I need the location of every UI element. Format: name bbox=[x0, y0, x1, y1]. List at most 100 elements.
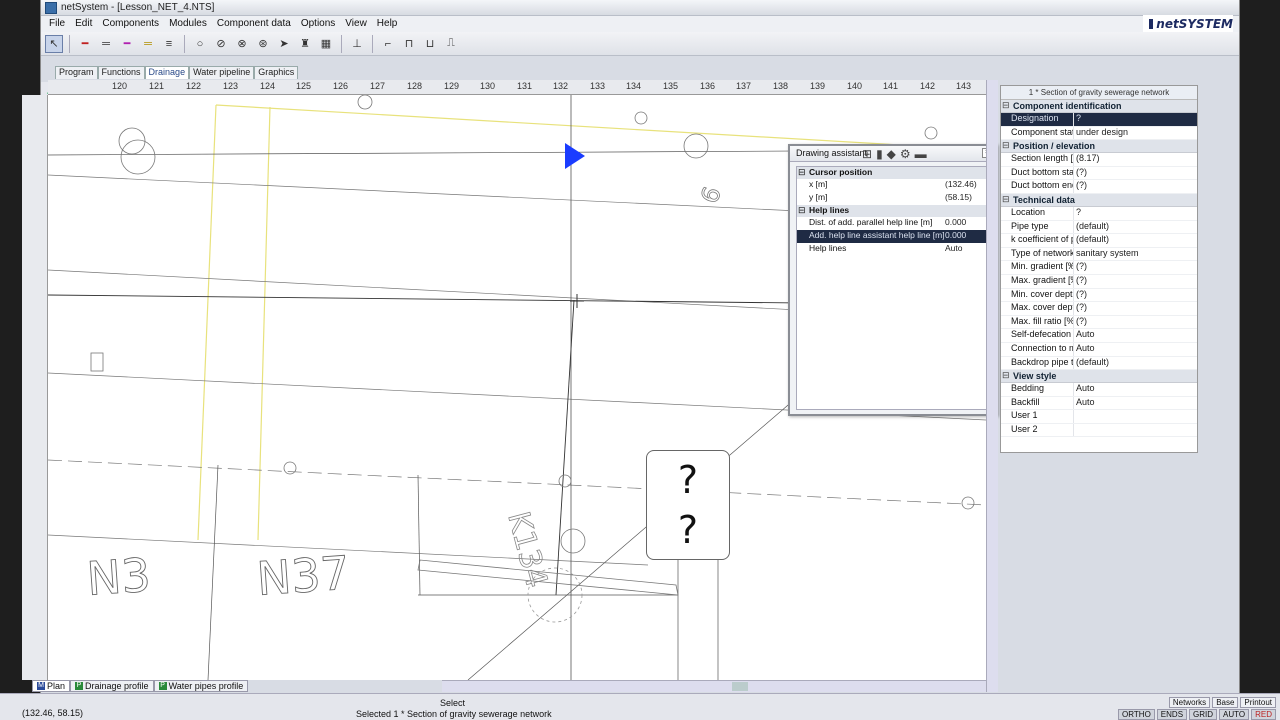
row-help-lines[interactable]: Help lines Auto bbox=[797, 243, 991, 256]
group-help-lines[interactable]: Help lines bbox=[797, 205, 991, 217]
row-add-help-line[interactable]: Add. help line assistant help line [m] 0… bbox=[797, 230, 991, 243]
menu-edit[interactable]: Edit bbox=[71, 16, 96, 32]
pill-networks[interactable]: Networks bbox=[1168, 697, 1211, 708]
ruler-label: 138 bbox=[773, 81, 789, 91]
vertical-scrollbar[interactable] bbox=[986, 80, 998, 692]
draw-magenta-line-icon[interactable]: ━ bbox=[118, 35, 136, 53]
toggle-ortho[interactable]: ORTHO bbox=[1118, 709, 1155, 720]
tab-drainage[interactable]: Drainage bbox=[144, 66, 190, 79]
sheet-tab-plan[interactable]: M Plan bbox=[32, 680, 71, 692]
prop-row[interactable]: Min. gradient [‰] (?) bbox=[1001, 261, 1197, 275]
tab-functions[interactable]: Functions bbox=[97, 66, 145, 79]
group-technical-data[interactable]: Technical data bbox=[1001, 193, 1197, 207]
prop-row[interactable]: Max. cover depth [(?) bbox=[1001, 302, 1197, 316]
join-tool-icon[interactable]: ⊓ bbox=[400, 35, 418, 53]
toolbar-separator bbox=[184, 34, 185, 53]
ruler-label: 135 bbox=[663, 81, 679, 91]
arrow-tool-icon[interactable]: ➤ bbox=[275, 35, 293, 53]
split-tool-icon[interactable]: ⊔ bbox=[421, 35, 439, 53]
menu-options[interactable]: Options bbox=[297, 16, 339, 32]
toggle-red[interactable]: RED bbox=[1251, 709, 1276, 720]
draw-red-line-icon[interactable]: ━ bbox=[76, 35, 94, 53]
draw-yellow-line-icon[interactable]: ═ bbox=[139, 35, 157, 53]
select-pointer-icon[interactable]: ↖ bbox=[45, 34, 63, 53]
prop-row[interactable]: Backfill Auto bbox=[1001, 396, 1197, 411]
prop-row[interactable]: Designation? bbox=[1001, 113, 1197, 127]
prop-row[interactable]: Location? bbox=[1001, 206, 1197, 221]
prop-row[interactable]: Section length [m](8.17) bbox=[1001, 153, 1197, 167]
prop-row[interactable]: Max. fill ratio [%] (?) bbox=[1001, 315, 1197, 330]
section-direction-arrow bbox=[565, 143, 585, 169]
prop-row[interactable]: User 2 bbox=[1001, 423, 1197, 438]
row-dist-help-line[interactable]: Dist. of add. parallel help line [m] 0.0… bbox=[797, 217, 991, 230]
tab-graphics[interactable]: Graphics bbox=[254, 66, 299, 79]
tab-program[interactable]: Program bbox=[55, 66, 98, 79]
prop-row[interactable]: Max. gradient [‰](?) bbox=[1001, 274, 1197, 289]
profile-tool-icon[interactable]: ⎍ bbox=[442, 35, 460, 53]
menu-help[interactable]: Help bbox=[373, 16, 402, 32]
tab-water-pipeline[interactable]: Water pipeline bbox=[189, 66, 255, 79]
draw-double-line-icon[interactable]: ≡ bbox=[160, 35, 178, 53]
prop-row[interactable]: Bedding Auto bbox=[1001, 383, 1197, 397]
window-title: netSystem - [Lesson_NET_4.NTS] bbox=[61, 2, 215, 13]
prop-key: Section length [m] bbox=[1011, 153, 1073, 164]
horizontal-scrollbar[interactable] bbox=[442, 680, 986, 692]
prop-row[interactable]: Min. cover depth [(?) bbox=[1001, 288, 1197, 303]
menu-component-data[interactable]: Component data bbox=[213, 16, 295, 32]
prop-value bbox=[1073, 410, 1197, 423]
prop-row[interactable]: Duct bottom end [(?) bbox=[1001, 180, 1197, 194]
prop-value: (default) bbox=[1073, 234, 1197, 247]
prop-key: Bedding bbox=[1011, 383, 1045, 394]
circle-tool-icon[interactable]: ○ bbox=[191, 35, 209, 53]
toggle-auto[interactable]: AUTO bbox=[1219, 709, 1250, 720]
snap-mode-icon[interactable]: ⊞ bbox=[862, 147, 876, 161]
folder-icon[interactable]: ▬ bbox=[915, 147, 931, 161]
group-cursor-position[interactable]: Cursor position bbox=[797, 167, 991, 179]
step-tool-icon[interactable]: ⌐ bbox=[379, 35, 397, 53]
sheet-tab-drainage-profile[interactable]: P Drainage profile bbox=[70, 680, 154, 692]
main-toolbar: ↖ ━ ═ ━ ═ ≡ ○ ⊘ ⊗ ⊛ ➤ ♜ ▦ ⊥ ⌐ ⊓ ⊔ ⎍ bbox=[41, 32, 1239, 56]
menu-file[interactable]: File bbox=[45, 16, 69, 32]
prop-row[interactable]: User 1 bbox=[1001, 410, 1197, 424]
grid-mode-icon[interactable]: ▮ bbox=[876, 147, 887, 161]
prop-row[interactable]: Type of network sanitary system bbox=[1001, 247, 1197, 262]
sheet-tab-label: Drainage profile bbox=[85, 681, 149, 691]
ruler-label: 142 bbox=[920, 81, 936, 91]
row-y[interactable]: y [m] (58.15) bbox=[797, 192, 991, 205]
prop-row[interactable]: Component statusunder design bbox=[1001, 126, 1197, 141]
prop-row[interactable]: Connection to maiAuto bbox=[1001, 342, 1197, 357]
prop-row[interactable]: Self-defecation Auto bbox=[1001, 329, 1197, 343]
prop-key: Min. gradient [‰] bbox=[1011, 261, 1073, 272]
connection-tool-icon[interactable]: ⊥ bbox=[348, 35, 366, 53]
lock-icon[interactable]: ◆ bbox=[887, 147, 900, 161]
prop-row[interactable]: Pipe type (default) bbox=[1001, 220, 1197, 235]
cursor-crosshair bbox=[570, 294, 584, 308]
logo-text: netSYSTEM bbox=[1156, 17, 1233, 31]
draw-line-icon[interactable]: ═ bbox=[97, 35, 115, 53]
node-tool-icon[interactable]: ⊗ bbox=[233, 35, 251, 53]
prop-value bbox=[1073, 423, 1197, 437]
pill-printout[interactable]: Printout bbox=[1240, 697, 1276, 708]
toggle-ends[interactable]: ENDS bbox=[1156, 709, 1188, 720]
row-x[interactable]: x [m] (132.46) bbox=[797, 179, 991, 192]
hydrant-tool-icon[interactable]: ♜ bbox=[296, 35, 314, 53]
menu-view[interactable]: View bbox=[341, 16, 371, 32]
menu-components[interactable]: Components bbox=[98, 16, 163, 32]
pill-base[interactable]: Base bbox=[1212, 697, 1239, 708]
prop-row[interactable]: k coefficient of pip(default) bbox=[1001, 234, 1197, 248]
manhole-tool-icon[interactable]: ⊘ bbox=[212, 35, 230, 53]
sheet-tab-water-pipes-profile[interactable]: P Water pipes profile bbox=[153, 680, 249, 692]
group-view-style[interactable]: View style bbox=[1001, 370, 1197, 384]
toggle-grid[interactable]: GRID bbox=[1189, 709, 1218, 720]
group-component-identification[interactable]: Component identification bbox=[1001, 100, 1197, 113]
prop-row[interactable]: Backdrop pipe typ(default) bbox=[1001, 356, 1197, 371]
menu-modules[interactable]: Modules bbox=[165, 16, 211, 32]
status-selection: Selected 1 * Section of gravity sewerage… bbox=[356, 709, 552, 719]
valve-tool-icon[interactable]: ⊛ bbox=[254, 35, 272, 53]
node-circle bbox=[283, 461, 297, 475]
group-position-elevation[interactable]: Position / elevation bbox=[1001, 140, 1197, 154]
grid-tool-icon[interactable]: ▦ bbox=[317, 35, 335, 53]
settings-icon[interactable]: ⚙ bbox=[900, 147, 915, 161]
prop-row[interactable]: Duct bottom start (?) bbox=[1001, 166, 1197, 181]
scrollbar-thumb[interactable] bbox=[732, 682, 748, 691]
